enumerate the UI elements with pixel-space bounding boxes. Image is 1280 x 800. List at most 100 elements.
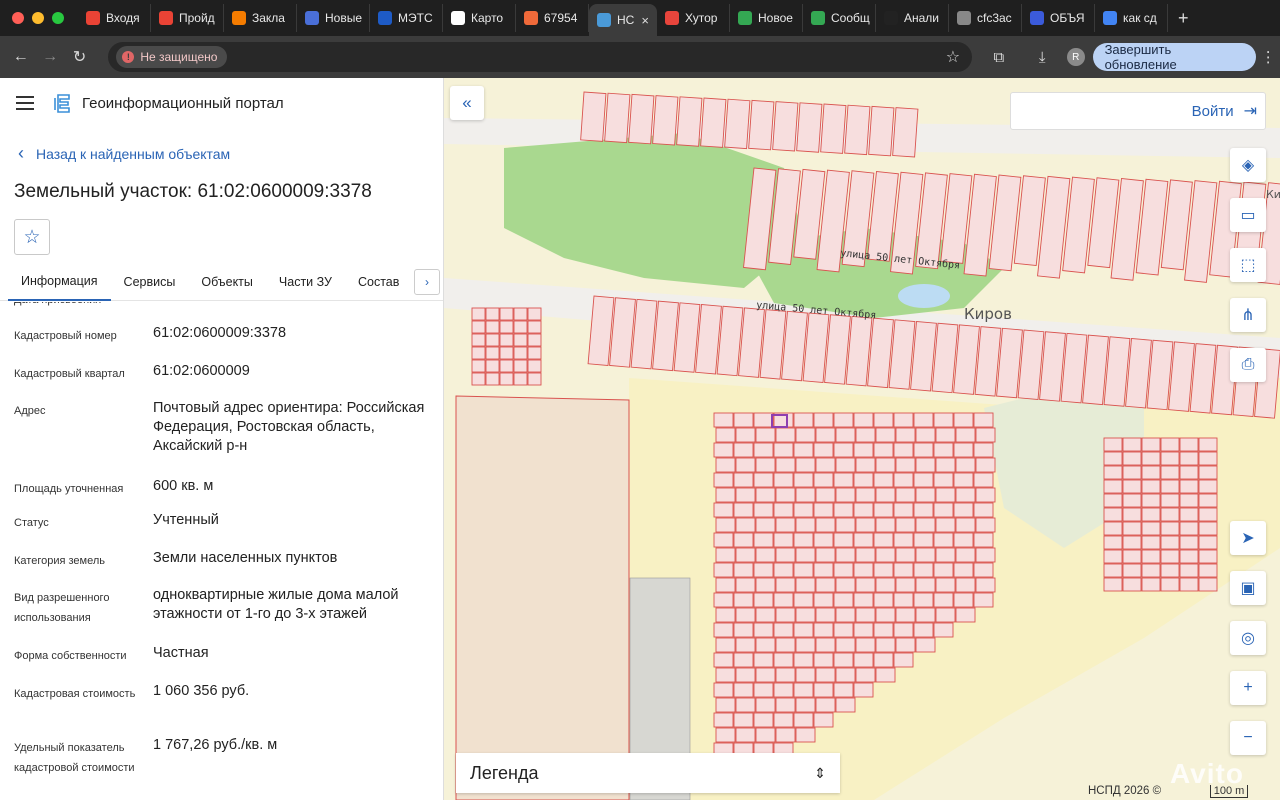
land-parcel[interactable] (735, 577, 756, 593)
land-parcel[interactable] (915, 457, 936, 473)
land-parcel[interactable] (713, 562, 734, 578)
land-parcel[interactable] (733, 412, 754, 428)
land-parcel[interactable] (1160, 563, 1180, 578)
land-parcel[interactable] (893, 532, 914, 548)
land-parcel[interactable] (895, 457, 916, 473)
land-parcel[interactable] (773, 502, 794, 518)
land-parcel[interactable] (755, 607, 776, 623)
land-parcel[interactable] (955, 487, 976, 503)
land-parcel[interactable] (1198, 577, 1218, 592)
land-parcel[interactable] (873, 472, 894, 488)
land-parcel[interactable] (755, 547, 776, 563)
extensions-icon[interactable]: ⧉ (982, 49, 1015, 66)
security-chip[interactable]: ! Не защищено (116, 46, 228, 68)
land-parcel[interactable] (471, 346, 486, 360)
land-parcel[interactable] (915, 547, 936, 563)
land-parcel[interactable] (733, 652, 754, 668)
land-parcel[interactable] (913, 502, 934, 518)
forward-arrow-icon[interactable]: → (35, 48, 64, 66)
land-parcel[interactable] (915, 607, 936, 623)
land-parcel[interactable] (775, 607, 796, 623)
land-parcel[interactable] (773, 562, 794, 578)
land-parcel[interactable] (835, 427, 856, 443)
land-parcel[interactable] (953, 562, 974, 578)
login-button[interactable]: Войти ⇥ (1010, 92, 1266, 130)
land-parcel[interactable] (813, 592, 834, 608)
land-parcel[interactable] (1179, 535, 1199, 550)
land-parcel[interactable] (955, 517, 976, 533)
land-parcel[interactable] (1103, 577, 1123, 592)
land-parcel[interactable] (953, 472, 974, 488)
land-parcel[interactable] (835, 667, 856, 683)
land-parcel[interactable] (795, 517, 816, 533)
land-parcel[interactable] (855, 517, 876, 533)
land-parcel[interactable] (933, 622, 954, 638)
land-parcel[interactable] (835, 577, 856, 593)
land-parcel[interactable] (1160, 507, 1180, 522)
land-parcel[interactable] (513, 372, 528, 386)
land-parcel[interactable] (835, 487, 856, 503)
land-parcel[interactable] (513, 333, 528, 347)
land-parcel[interactable] (835, 547, 856, 563)
land-parcel[interactable] (1122, 465, 1142, 480)
land-parcel[interactable] (753, 502, 774, 518)
land-parcel[interactable] (775, 427, 796, 443)
legend-dropdown[interactable]: Легенда ⇕ (456, 753, 840, 793)
land-parcel[interactable] (1160, 549, 1180, 564)
land-parcel[interactable] (715, 487, 736, 503)
land-parcel[interactable] (733, 622, 754, 638)
land-parcel[interactable] (875, 547, 896, 563)
browser-tab[interactable]: cfc3ac (949, 4, 1022, 32)
land-parcel[interactable] (775, 547, 796, 563)
land-parcel[interactable] (1141, 507, 1161, 522)
land-parcel[interactable] (735, 487, 756, 503)
land-parcel[interactable] (1122, 437, 1142, 452)
land-parcel[interactable] (735, 457, 756, 473)
land-parcel[interactable] (1122, 451, 1142, 466)
land-parcel[interactable] (793, 682, 814, 698)
land-parcel[interactable] (755, 427, 776, 443)
land-parcel[interactable] (1141, 577, 1161, 592)
tabs-next-button[interactable]: › (414, 269, 440, 295)
maximize-window-icon[interactable] (52, 12, 64, 24)
browser-tab[interactable]: Анали (876, 4, 949, 32)
land-parcel[interactable] (499, 333, 514, 347)
land-parcel[interactable] (973, 442, 994, 458)
land-parcel[interactable] (1103, 437, 1123, 452)
land-parcel[interactable] (893, 412, 914, 428)
land-parcel[interactable] (527, 307, 542, 321)
browser-tab[interactable]: НС × (589, 4, 657, 36)
land-parcel[interactable] (753, 682, 774, 698)
land-parcel[interactable] (676, 96, 703, 147)
land-parcel[interactable] (895, 637, 916, 653)
land-parcel[interactable] (715, 547, 736, 563)
land-parcel[interactable] (893, 502, 914, 518)
land-parcel[interactable] (1141, 479, 1161, 494)
land-parcel[interactable] (485, 372, 500, 386)
land-parcel[interactable] (953, 412, 974, 428)
land-parcel[interactable] (1198, 507, 1218, 522)
land-parcel[interactable] (793, 622, 814, 638)
land-parcel[interactable] (735, 427, 756, 443)
land-parcel[interactable] (796, 102, 823, 153)
land-parcel[interactable] (1160, 465, 1180, 480)
land-parcel[interactable] (795, 547, 816, 563)
land-parcel[interactable] (875, 667, 896, 683)
land-parcel[interactable] (835, 607, 856, 623)
land-parcel[interactable] (580, 91, 607, 142)
land-parcel[interactable] (513, 320, 528, 334)
land-parcel[interactable] (1122, 535, 1142, 550)
land-parcel[interactable] (953, 532, 974, 548)
browser-tab[interactable]: МЭТС (370, 4, 443, 32)
browser-tab[interactable]: Закла (224, 4, 297, 32)
land-parcel[interactable] (773, 442, 794, 458)
land-parcel[interactable] (793, 532, 814, 548)
land-parcel[interactable] (893, 442, 914, 458)
land-parcel[interactable] (935, 457, 956, 473)
land-parcel[interactable] (772, 101, 799, 152)
land-parcel[interactable] (833, 412, 854, 428)
land-parcel[interactable] (733, 502, 754, 518)
land-parcel[interactable] (833, 622, 854, 638)
land-parcel[interactable] (755, 667, 776, 683)
land-parcel[interactable] (513, 307, 528, 321)
